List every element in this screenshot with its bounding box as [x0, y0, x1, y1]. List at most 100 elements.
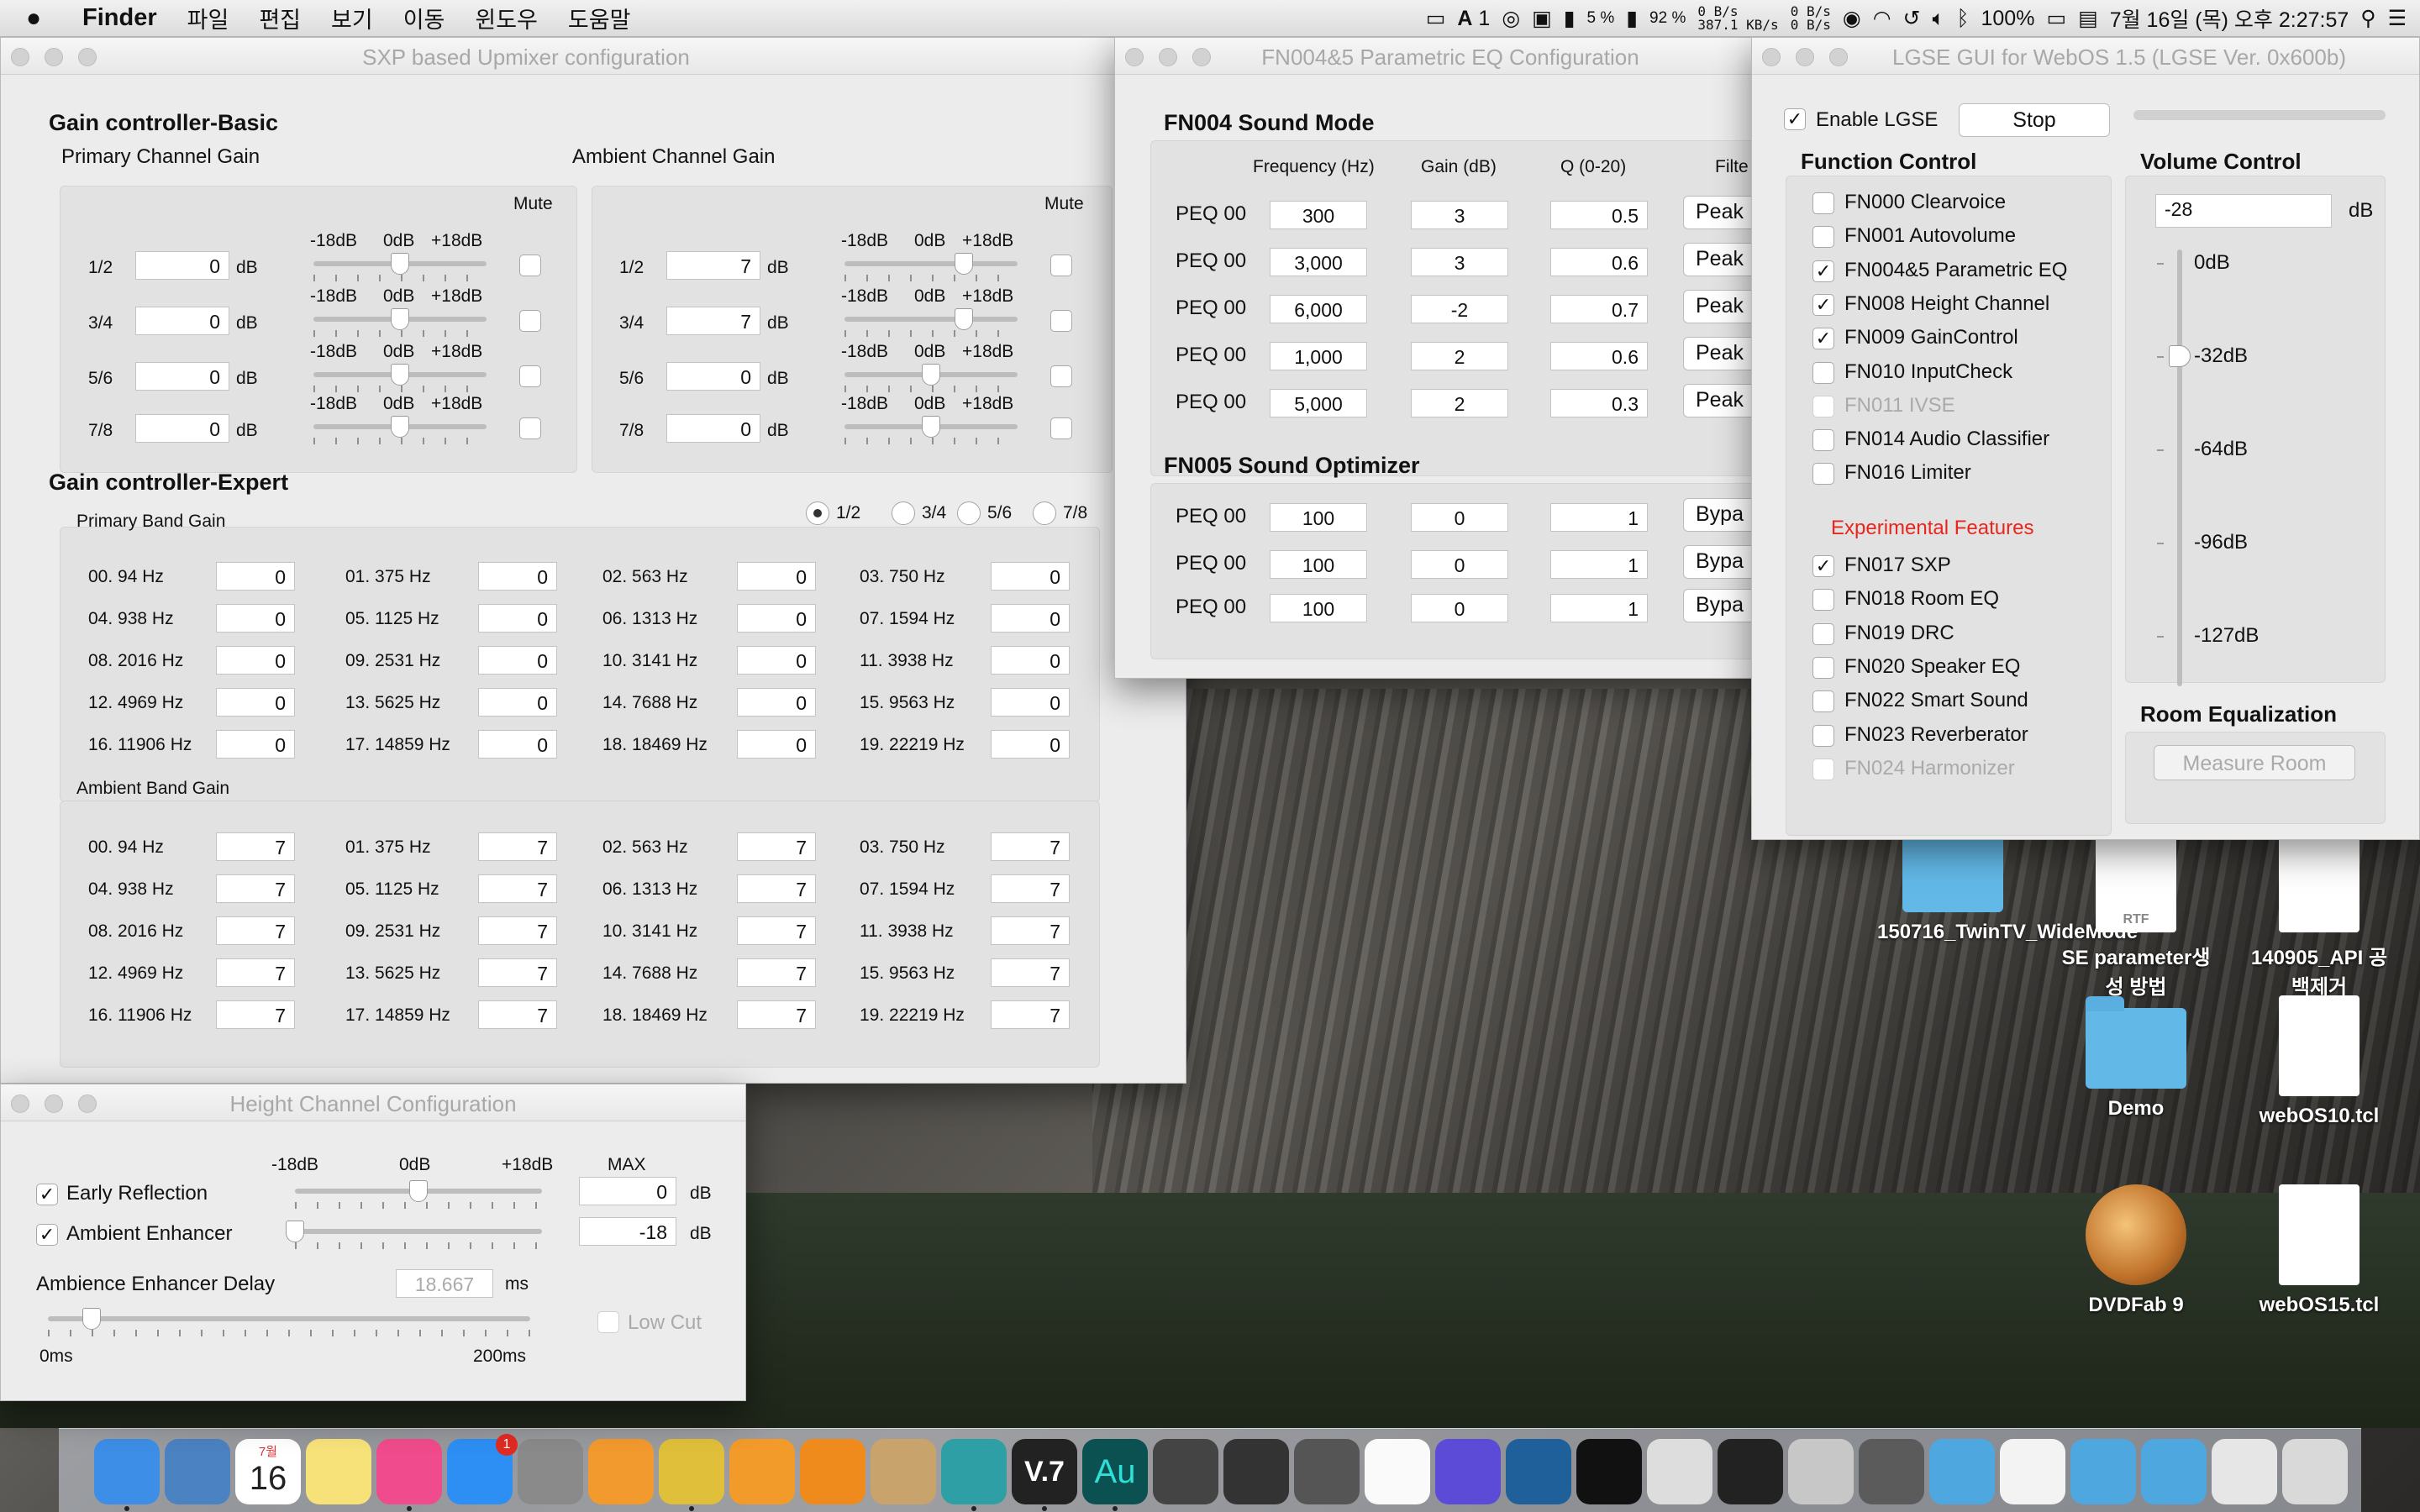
enable-lgse-checkbox[interactable]: ✓	[1784, 108, 1806, 130]
textedit-icon[interactable]	[1365, 1439, 1430, 1504]
folder-stack-icon[interactable]	[2070, 1439, 2136, 1504]
primary-gain-slider-thumb[interactable]	[391, 253, 409, 275]
desktop-item[interactable]: 140905_API 공백제거	[2244, 832, 2395, 1000]
function-checkbox[interactable]	[1812, 361, 1834, 384]
app-store-icon[interactable]: 1	[447, 1434, 518, 1504]
ambient-band-input[interactable]: 7	[478, 1000, 557, 1029]
primary-band-input[interactable]: 0	[737, 562, 816, 591]
screenshot-icon[interactable]	[2212, 1439, 2277, 1504]
ibooks-icon[interactable]	[588, 1439, 654, 1504]
function-checkbox[interactable]	[1812, 690, 1834, 713]
ambient-band-input[interactable]: 7	[737, 916, 816, 945]
q-input[interactable]: 0.6	[1550, 248, 1648, 276]
primary-gain-slider-thumb[interactable]	[391, 308, 409, 330]
primary-band-input[interactable]: 0	[478, 646, 557, 675]
function-checkbox[interactable]	[1812, 656, 1834, 679]
primary-band-input[interactable]: 0	[216, 730, 295, 759]
gain-input[interactable]: 0	[1411, 550, 1508, 579]
gain-input[interactable]: 2	[1411, 342, 1508, 370]
gain-input[interactable]: 0	[1411, 503, 1508, 532]
volume-value-field[interactable]: -28	[2155, 194, 2332, 228]
ram-meter-icon[interactable]: ▮	[1626, 6, 1638, 31]
height-row-checkbox[interactable]: ✓	[36, 1224, 58, 1246]
system-preferences-icon[interactable]	[518, 1439, 583, 1504]
channel-radio-7-8[interactable]	[1033, 501, 1056, 525]
mixer-icon[interactable]	[1223, 1439, 1289, 1504]
ambient-mute-checkbox[interactable]	[1050, 255, 1072, 276]
notification-center-icon[interactable]: ☰	[2388, 6, 2407, 31]
primary-band-input[interactable]: 0	[478, 730, 557, 759]
ambient-band-input[interactable]: 7	[478, 874, 557, 903]
speaker-icon[interactable]	[1294, 1439, 1360, 1504]
gain-input[interactable]: 0	[1411, 594, 1508, 622]
primary-mute-checkbox[interactable]	[519, 310, 541, 332]
itunes-icon[interactable]	[376, 1439, 442, 1504]
app-menu-finder[interactable]: Finder	[67, 4, 172, 32]
gain-input[interactable]: 3	[1411, 201, 1508, 229]
primary-gain-slider-thumb[interactable]	[391, 416, 409, 438]
desktop-item[interactable]: webOS10.tcl	[2244, 995, 2395, 1128]
desktop-item[interactable]: DVDFab 9	[2060, 1184, 2212, 1317]
function-checkbox[interactable]	[1812, 622, 1834, 645]
battery-icon[interactable]: ▭	[2046, 6, 2066, 31]
gain-input[interactable]: -2	[1411, 295, 1508, 323]
channel-radio-3-4[interactable]	[892, 501, 915, 525]
ambient-band-input[interactable]: 7	[991, 958, 1070, 987]
height-row-checkbox[interactable]: ✓	[36, 1184, 58, 1205]
notes-icon[interactable]	[306, 1439, 371, 1504]
frequency-input[interactable]: 100	[1270, 594, 1367, 622]
q-input[interactable]: 0.3	[1550, 389, 1648, 417]
primary-gain-input[interactable]: 0	[135, 251, 229, 280]
ambient-band-input[interactable]: 7	[737, 874, 816, 903]
primary-gain-input[interactable]: 0	[135, 362, 229, 391]
volume-slider-thumb[interactable]	[2169, 345, 2191, 367]
ambient-gain-input[interactable]: 0	[666, 362, 760, 391]
menu-file[interactable]: 파일	[172, 2, 245, 34]
ambient-mute-checkbox[interactable]	[1050, 417, 1072, 439]
function-checkbox[interactable]	[1812, 395, 1834, 417]
function-checkbox[interactable]	[1812, 758, 1834, 780]
function-checkbox[interactable]: ✓	[1812, 293, 1834, 316]
ambient-gain-slider-thumb[interactable]	[955, 308, 973, 330]
primary-band-input[interactable]: 0	[216, 562, 295, 591]
eye-icon[interactable]: ◉	[1843, 6, 1861, 31]
frequency-input[interactable]: 100	[1270, 503, 1367, 532]
delay-slider-thumb[interactable]	[82, 1308, 101, 1330]
primary-gain-input[interactable]: 0	[135, 414, 229, 443]
primary-band-input[interactable]: 0	[737, 688, 816, 717]
menu-go[interactable]: 이동	[388, 2, 460, 34]
audition-icon[interactable]: Au	[1082, 1439, 1148, 1504]
ambient-gain-slider-thumb[interactable]	[922, 416, 940, 438]
delay-value-field[interactable]: 18.667	[396, 1269, 493, 1298]
primary-band-input[interactable]: 0	[216, 604, 295, 633]
menu-view[interactable]: 보기	[316, 2, 388, 34]
archive-utility-icon[interactable]	[871, 1439, 936, 1504]
q-input[interactable]: 1	[1550, 594, 1648, 622]
frequency-input[interactable]: 3,000	[1270, 248, 1367, 276]
stop-button[interactable]: Stop	[1959, 103, 2110, 137]
primary-mute-checkbox[interactable]	[519, 417, 541, 439]
function-checkbox[interactable]	[1812, 589, 1834, 612]
primary-band-input[interactable]: 0	[478, 562, 557, 591]
chrome-icon[interactable]	[659, 1439, 724, 1504]
channel-radio-1-2[interactable]	[806, 501, 829, 525]
function-checkbox[interactable]	[1812, 226, 1834, 249]
midi-keyboard-icon[interactable]	[1153, 1439, 1218, 1504]
primary-band-input[interactable]: 0	[991, 562, 1070, 591]
ambient-band-input[interactable]: 7	[478, 958, 557, 987]
height-row-slider-thumb[interactable]	[409, 1180, 428, 1202]
primary-mute-checkbox[interactable]	[519, 255, 541, 276]
primary-band-input[interactable]: 0	[478, 688, 557, 717]
primary-mute-checkbox[interactable]	[519, 365, 541, 387]
primary-band-input[interactable]: 0	[737, 730, 816, 759]
preview-icon[interactable]	[165, 1439, 230, 1504]
channel-radio-5-6[interactable]	[957, 501, 981, 525]
ambient-band-input[interactable]: 7	[991, 1000, 1070, 1029]
ambient-gain-input[interactable]: 0	[666, 414, 760, 443]
primary-band-input[interactable]: 0	[991, 604, 1070, 633]
ambient-band-input[interactable]: 7	[991, 916, 1070, 945]
desktop-item[interactable]: RTF SE parameter생성 방법	[2060, 832, 2212, 1000]
close-button[interactable]	[1762, 48, 1781, 66]
ambient-band-input[interactable]: 7	[216, 1000, 295, 1029]
spotlight-search-icon[interactable]: ⚲	[2360, 6, 2375, 31]
